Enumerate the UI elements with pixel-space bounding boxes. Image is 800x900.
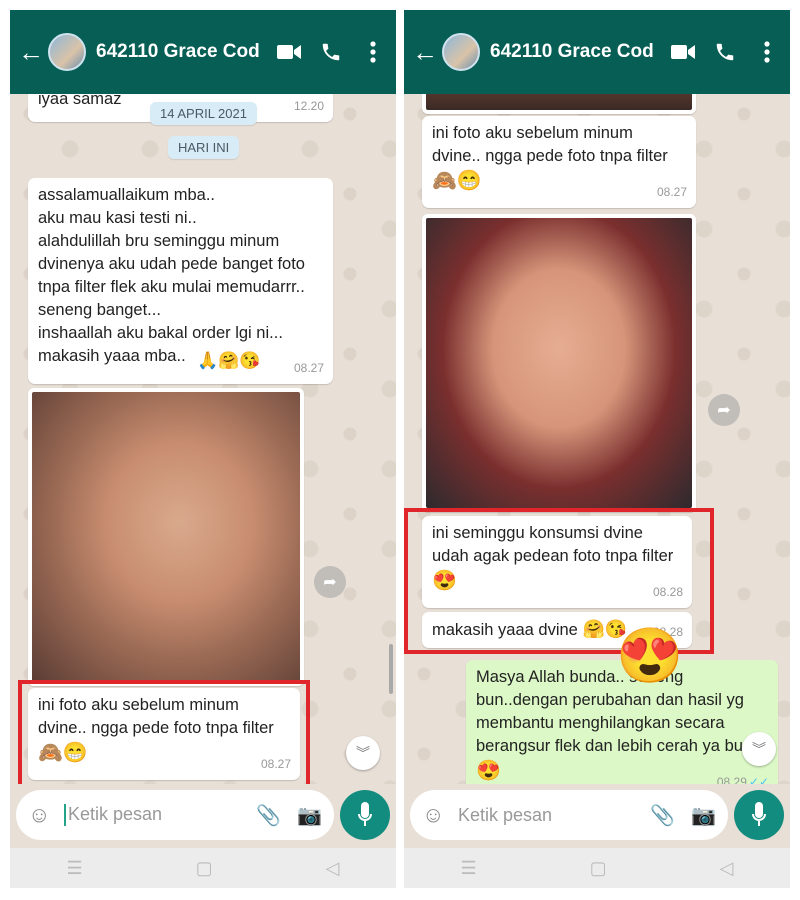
home-icon[interactable]: ▢ [590,858,607,879]
message-input-placeholder[interactable]: Ketik pesan [68,804,162,824]
contact-name[interactable]: 642110 Grace Cod [490,41,656,63]
chat-header: ← 642110 Grace Cod [404,10,790,94]
more-vert-icon[interactable] [752,37,782,67]
message-field[interactable]: ☺ Ketik pesan 📎 📷 [16,790,334,840]
microphone-icon[interactable] [340,790,390,840]
input-bar: ☺ Ketik pesan 📎 📷 [404,784,790,848]
avatar[interactable] [442,33,480,71]
message-field[interactable]: ☺ Ketik pesan 📎 📷 [410,790,728,840]
forward-icon[interactable]: ➦ [314,566,346,598]
arrow-left-icon[interactable]: ← [18,39,44,65]
contact-name[interactable]: 642110 Grace Cod [96,41,262,63]
input-bar: ☺ Ketik pesan 📎 📷 [10,784,396,848]
overlay-emoji: 😍 [616,626,684,686]
paperclip-icon[interactable]: 📎 [650,803,675,828]
microphone-icon[interactable] [734,790,784,840]
read-ticks-icon: ✓✓ [748,775,769,784]
message-emojis: 🙈😁 [432,170,482,192]
recents-icon[interactable]: ☰ [461,858,477,879]
message-bubble[interactable]: assalamuallaikum mba.. aku mau kasi test… [28,178,333,384]
scrollbar[interactable] [389,644,393,694]
highlight-box [18,680,310,784]
avatar[interactable] [48,33,86,71]
today-chip: HARI INI [168,136,240,159]
photo-message-partial[interactable] [422,94,696,114]
message-time: 08.27 [656,185,687,199]
message-time: 08.29 ✓✓ [717,771,769,784]
chat-area[interactable]: iyaa samaz 12.20 14 APRIL 2021 HARI INI … [10,94,396,784]
message-text: ini foto aku sebelum minum dvine.. ngga … [432,124,668,165]
back-nav-icon[interactable]: ◁ [326,858,340,879]
more-vert-icon[interactable] [358,37,388,67]
photo-message-after[interactable] [422,214,696,512]
message-text: assalamuallaikum mba.. aku mau kasi test… [38,186,305,365]
system-nav-bar: ☰ ▢ ◁ [404,848,790,888]
back-nav-icon[interactable]: ◁ [720,858,734,879]
date-chip: 14 APRIL 2021 [150,102,257,125]
message-time: 12.20 [293,99,324,113]
message-input-placeholder[interactable]: Ketik pesan [458,805,634,826]
message-time-value: 08.29 [716,775,747,784]
paperclip-icon[interactable]: 📎 [256,803,281,828]
right-phone-screen: ← 642110 Grace Cod ini foto aku sebelum … [404,10,790,888]
home-icon[interactable]: ▢ [196,858,213,879]
scroll-down-button[interactable]: ︾ [742,732,776,766]
system-nav-bar: ☰ ▢ ◁ [10,848,396,888]
chat-header: ← 642110 Grace Cod [10,10,396,94]
video-call-icon[interactable] [668,37,698,67]
forward-icon[interactable]: ➦ [708,394,740,426]
camera-icon[interactable]: 📷 [297,803,322,828]
smiley-icon[interactable]: ☺ [28,802,56,828]
text-caret [64,804,66,827]
video-call-icon[interactable] [274,37,304,67]
phone-icon[interactable] [710,37,740,67]
smiley-icon[interactable]: ☺ [422,802,450,828]
camera-icon[interactable]: 📷 [691,803,716,828]
message-emojis: 🙏🤗😘 [197,351,261,370]
chat-area[interactable]: ini foto aku sebelum minum dvine.. ngga … [404,94,790,784]
arrow-left-icon[interactable]: ← [412,39,438,65]
message-text: iyaa samaz [38,94,122,108]
phone-icon[interactable] [316,37,346,67]
recents-icon[interactable]: ☰ [67,858,83,879]
left-phone-screen: ← 642110 Grace Cod iyaa samaz 12.20 14 A… [10,10,396,888]
message-time: 08.27 [293,361,324,375]
photo-message-before[interactable] [28,388,304,686]
scroll-down-button[interactable]: ︾ [346,736,380,770]
message-bubble[interactable]: ini foto aku sebelum minum dvine.. ngga … [422,116,696,208]
